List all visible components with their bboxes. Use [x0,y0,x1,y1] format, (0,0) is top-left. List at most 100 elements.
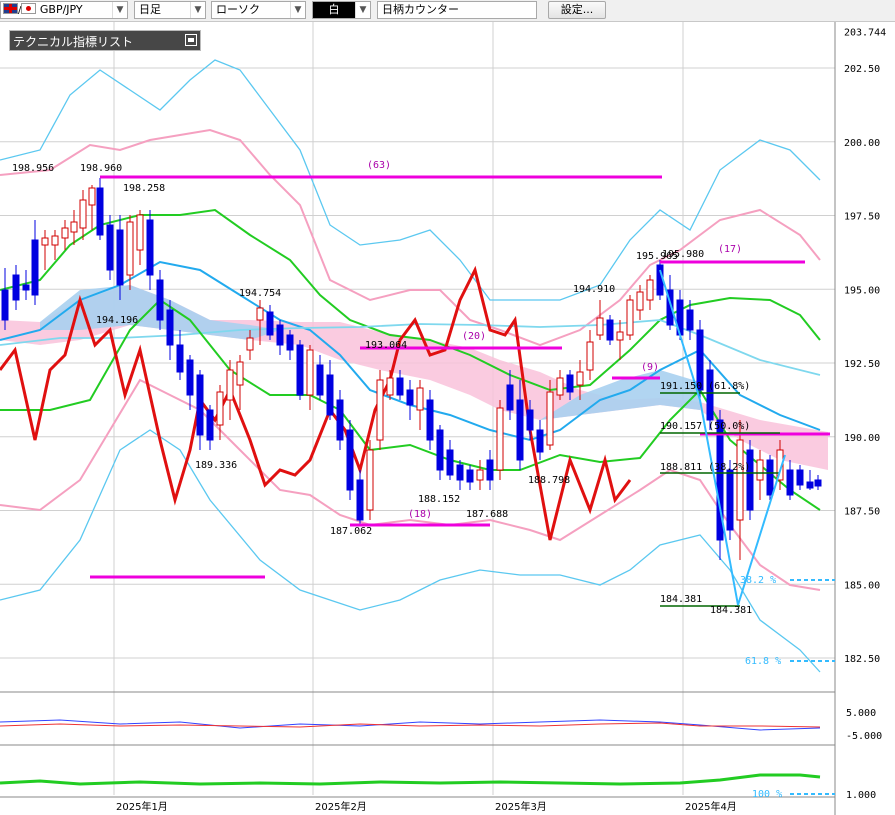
candle-body [206,409,214,441]
candle-body [736,439,744,521]
candle-body [466,469,474,483]
x-tick-label: 2025年3月 [495,800,547,813]
candle-body [256,307,264,321]
counter-label: (63) [367,160,391,171]
candle-body [726,469,734,531]
sub-axis-label: -5.000 [846,731,882,742]
candle-body [576,371,584,386]
candle-body [616,331,624,341]
y-tick-label: 185.00 [844,580,880,591]
candle-body [106,224,114,271]
candle-body [22,284,30,291]
price-label: 184.381 [660,594,702,605]
target-label: 100 % [752,789,782,800]
candle-body [286,334,294,351]
candle-body [226,369,234,401]
price-label: 194.196 [96,315,138,326]
price-label: 193.064 [365,340,407,351]
x-tick-label: 2025年2月 [315,800,367,813]
price-label: 198.258 [123,183,165,194]
ichimoku-cloud [0,285,828,470]
candle-body [51,235,59,246]
candle-body [326,374,334,416]
candle-body [166,309,174,346]
candle-body [88,187,96,206]
y-tick-label: 197.50 [844,212,880,223]
candle-body [766,459,774,496]
candle-body [486,459,494,481]
candle-body [786,469,794,496]
candle-body [796,469,804,486]
candle-body [246,337,254,351]
candle-body [436,429,444,471]
candle-body [356,479,364,521]
candle-body [426,399,434,441]
candle-body [216,391,224,426]
candle-body [566,374,574,393]
candle-body [814,479,822,487]
indicator-list-panel[interactable]: テクニカル指標リスト [9,30,201,51]
sub-line-green [0,773,821,786]
price-label: 184.381 [710,605,752,616]
price-label: 198.960 [80,163,122,174]
sub-axis-label: 1.000 [846,790,876,801]
x-tick-label: 2025年4月 [685,800,737,813]
candle-body [316,364,324,396]
x-tick-label: 2025年1月 [116,800,168,813]
candle-body [526,409,534,431]
candle-body [756,459,764,481]
candle-body [126,221,134,276]
candle-body [61,227,69,239]
candle-body [706,369,714,421]
y-tick-label: 182.50 [844,654,880,665]
y-tick-label: 203.744 [844,27,886,38]
candle-body [636,291,644,311]
counter-label: (20) [462,331,486,342]
candle-body [536,429,544,453]
candle-body [196,374,204,436]
chart-canvas[interactable]: 203.744 202.50 200.00 197.50 195.00 192.50 190… [0,0,895,815]
price-label: 187.062 [330,526,372,537]
candle-body [276,324,284,346]
candle-body [70,221,78,233]
candle-body [446,449,454,476]
candle-body [416,387,424,411]
price-label: 198.956 [12,163,54,174]
price-label: 194.754 [239,288,281,299]
candle-body [546,391,554,446]
target-label: 61.8 % [745,656,781,667]
indicator-list-title: テクニカル指標リスト [13,35,134,49]
price-label: 188.798 [528,475,570,486]
candle-body [31,239,39,296]
candle-body [596,317,604,336]
fib-label: 188.811 (38.2%) [660,462,750,473]
candle-body [346,429,354,491]
candle-body [556,377,564,396]
candle-body [1,289,9,321]
counter-label: (17) [718,244,742,255]
counter-label: (18) [408,509,432,520]
candle-body [396,377,404,396]
y-tick-label: 187.50 [844,507,880,518]
candle-body [236,361,244,386]
candle-body [176,344,184,373]
minimize-icon[interactable] [185,34,197,46]
price-label: 195.980 [662,249,704,260]
candle-body [366,449,374,511]
candle-body [376,379,384,441]
candle-body [186,359,194,396]
candle-body [79,199,87,229]
counter-label: (9) [641,362,659,373]
candle-body [296,344,304,396]
fib-label: 191.150 (61.8%) [660,381,750,392]
price-label: 189.336 [195,460,237,471]
candle-body [41,237,49,246]
candle-body [476,469,484,481]
candle-body [406,389,414,406]
candle-body [116,229,124,286]
candle-body [12,274,20,301]
candle-body [386,377,394,396]
candle-body [96,187,104,236]
candle-body [336,399,344,441]
y-tick-label: 202.50 [844,64,880,75]
